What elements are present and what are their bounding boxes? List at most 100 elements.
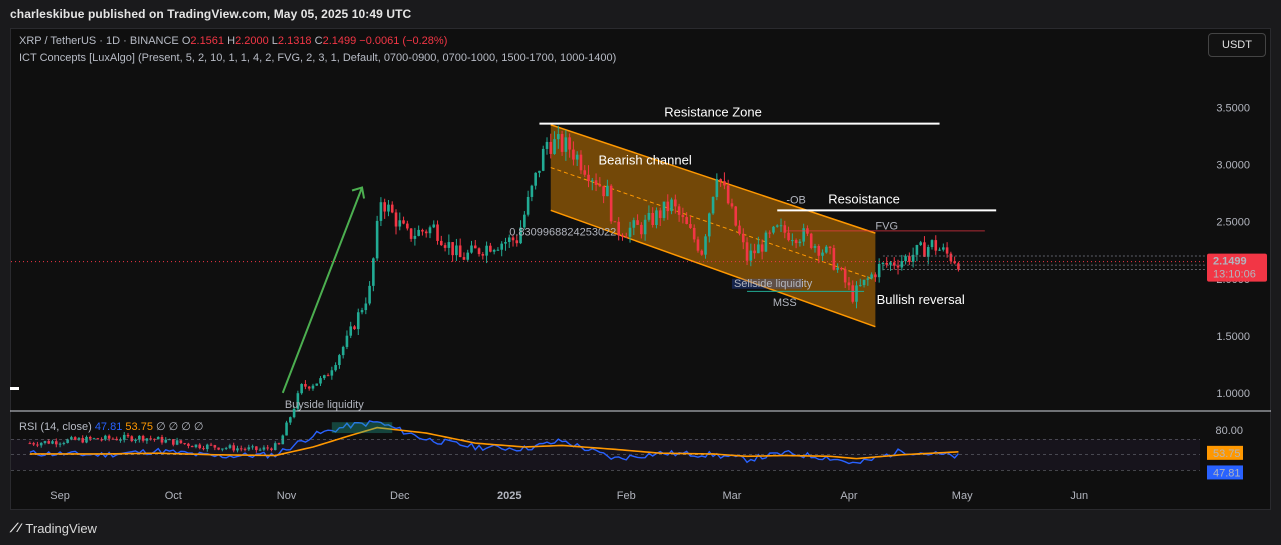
candle-body xyxy=(436,224,439,241)
candle-body xyxy=(534,172,537,186)
candle-body xyxy=(919,242,922,246)
candle-body xyxy=(481,254,485,256)
bearish-channel-label: Bearish channel xyxy=(599,153,692,168)
candle-body xyxy=(406,223,409,229)
candle-body xyxy=(107,435,111,439)
candle-body xyxy=(624,236,628,238)
candle-body xyxy=(715,179,719,197)
candle-body xyxy=(541,148,545,171)
candle-body xyxy=(757,244,760,254)
overlay-number: 0.8309968824253022 xyxy=(509,226,616,238)
candle-body xyxy=(538,170,541,173)
candle-body xyxy=(862,279,866,286)
candle-body xyxy=(843,269,847,283)
tradingview-logo-icon[interactable]: ⟋⁄ xyxy=(10,521,20,536)
candle-body xyxy=(666,201,670,212)
x-tick-label: Apr xyxy=(840,490,857,502)
candle-body xyxy=(674,199,677,207)
candle-body xyxy=(745,242,749,261)
candle-body xyxy=(383,202,386,212)
candle-body xyxy=(866,278,870,280)
candle-body xyxy=(398,220,402,227)
candle-body xyxy=(734,206,738,226)
candle-body xyxy=(500,243,503,250)
ob-label: -OB xyxy=(786,194,806,206)
candle-body xyxy=(908,256,911,262)
resistance-label: Resoistance xyxy=(828,191,900,206)
candle-body xyxy=(802,228,805,242)
candle-body xyxy=(957,263,960,270)
candle-body xyxy=(749,250,753,261)
candle-body xyxy=(402,220,405,224)
candle-body xyxy=(753,250,756,254)
candle-body xyxy=(594,180,598,185)
candle-body xyxy=(334,365,337,371)
candle-body xyxy=(791,240,794,242)
candle-body xyxy=(938,249,941,251)
resistance-zone-label: Resistance Zone xyxy=(664,105,762,120)
candle-body xyxy=(466,252,470,260)
footer-brand[interactable]: TradingView xyxy=(25,521,97,536)
candle-body xyxy=(900,261,904,268)
candle-body xyxy=(643,219,647,235)
candle-body xyxy=(311,385,315,389)
x-tick-label: Feb xyxy=(617,490,636,502)
x-tick-label: Sep xyxy=(50,490,70,502)
candle-body xyxy=(526,196,530,215)
candle-body xyxy=(741,233,745,243)
candle-body xyxy=(617,221,621,236)
candle-body xyxy=(330,370,334,376)
candle-body xyxy=(319,378,322,384)
candle-body xyxy=(775,225,779,227)
candle-body xyxy=(700,250,704,255)
candle-body xyxy=(730,203,734,207)
candle-body xyxy=(458,245,462,258)
candle-body xyxy=(428,227,432,234)
candle-body xyxy=(424,231,428,234)
candle-body xyxy=(689,224,692,228)
candle-body xyxy=(451,242,454,256)
candle-body xyxy=(685,217,688,225)
candle-body xyxy=(662,201,666,218)
candle-body xyxy=(723,181,726,186)
candle-body xyxy=(368,285,371,304)
candle-body xyxy=(394,212,398,227)
candle-body xyxy=(704,236,707,255)
candle-body xyxy=(794,240,798,244)
candle-body xyxy=(590,180,594,182)
candle-body xyxy=(836,268,839,270)
candle-body xyxy=(338,355,341,366)
price-tick-label: 1.5000 xyxy=(1216,331,1250,343)
candle-body xyxy=(851,285,855,302)
rsi-ma-tag-label: 53.75 xyxy=(1213,448,1241,460)
footer: ⟋⁄ TradingView xyxy=(10,519,97,537)
candle-body xyxy=(904,256,907,262)
candle-body xyxy=(602,186,605,197)
candle-body xyxy=(443,245,447,248)
candle-body xyxy=(285,422,288,436)
candle-body xyxy=(349,326,353,336)
candle-body xyxy=(473,245,477,249)
candle-body xyxy=(341,346,345,356)
price-tick-label: 3.0000 xyxy=(1216,160,1250,172)
candle-body xyxy=(583,170,587,175)
candle-body xyxy=(485,245,488,256)
candle-body xyxy=(636,220,639,225)
candle-body xyxy=(421,229,424,232)
candle-body xyxy=(738,225,741,234)
candle-body xyxy=(813,246,817,248)
x-tick-label: Oct xyxy=(165,490,182,502)
candle-body xyxy=(289,417,292,423)
price-tick-label: 1.0000 xyxy=(1216,388,1250,400)
price-chart[interactable]: 1.00001.50002.00002.50003.00003.5000SepO… xyxy=(0,0,1281,545)
x-tick-label: Dec xyxy=(390,490,410,502)
candle-body xyxy=(375,220,379,259)
candle-body xyxy=(413,235,417,239)
buyside-label: Buyside liquidity xyxy=(285,399,364,411)
candle-body xyxy=(315,383,319,386)
candle-body xyxy=(858,285,862,287)
candle-body xyxy=(821,252,824,256)
candle-body xyxy=(832,248,836,270)
candle-body xyxy=(677,206,681,215)
candle-body xyxy=(647,212,651,220)
